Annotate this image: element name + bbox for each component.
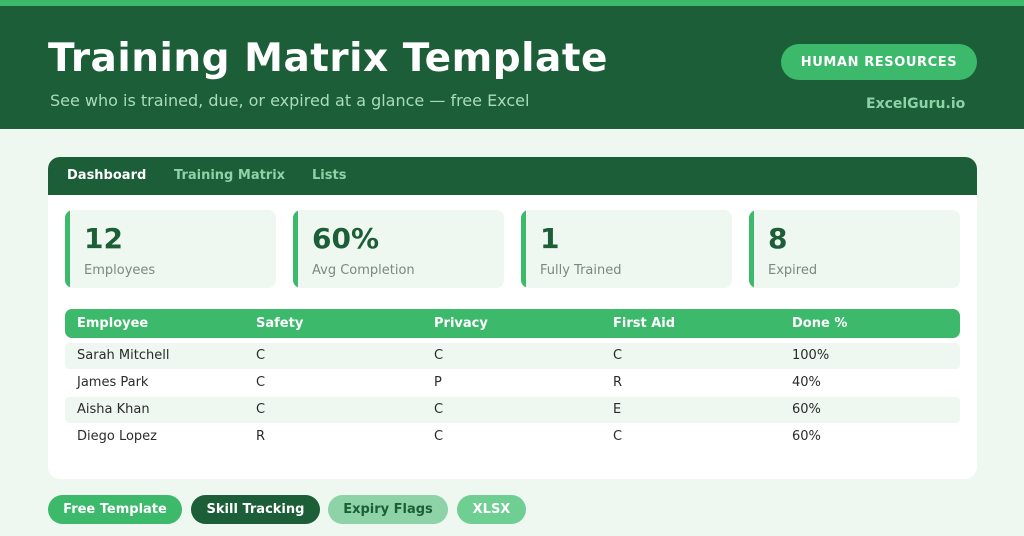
column-header-safety: Safety	[256, 316, 304, 331]
page-title: Training Matrix Template	[48, 36, 608, 81]
stat-accent-bar	[521, 210, 526, 288]
tag-xlsx: XLSX	[457, 495, 526, 524]
stat-accent-bar	[65, 210, 70, 288]
cell-privacy: C	[434, 402, 444, 417]
stat-card-employees: 12 Employees	[65, 210, 276, 288]
stat-label: Expired	[768, 263, 818, 278]
column-header-employee: Employee	[77, 316, 149, 331]
cell-safety: C	[256, 402, 266, 417]
table-row: James Park C P R 40%	[65, 370, 960, 396]
stat-value: 8	[768, 222, 788, 255]
cell-first-aid: C	[613, 429, 623, 444]
table-row: Sarah Mitchell C C C 100%	[65, 343, 960, 369]
cell-privacy: C	[434, 429, 444, 444]
stat-value: 12	[84, 222, 123, 255]
cell-first-aid: R	[613, 375, 623, 390]
tab-training-matrix[interactable]: Training Matrix	[174, 168, 285, 183]
cell-safety: C	[256, 375, 266, 390]
cell-done-percent: 40%	[792, 375, 821, 390]
page-subtitle: See who is trained, due, or expired at a…	[50, 91, 530, 110]
sheet-tab-bar: Dashboard Training Matrix Lists	[48, 157, 977, 195]
stat-card-avg-completion: 60% Avg Completion	[293, 210, 504, 288]
stat-label: Fully Trained	[540, 263, 622, 278]
tag-free-template: Free Template	[48, 495, 182, 524]
cell-safety: C	[256, 348, 266, 363]
cell-first-aid: E	[613, 402, 622, 417]
column-header-done-percent: Done %	[792, 316, 848, 331]
stat-label: Avg Completion	[312, 263, 415, 278]
cell-first-aid: C	[613, 348, 623, 363]
cell-privacy: P	[434, 375, 442, 390]
table-row: Diego Lopez R C C 60%	[65, 424, 960, 450]
cell-done-percent: 60%	[792, 402, 821, 417]
stat-card-expired: 8 Expired	[749, 210, 960, 288]
stat-label: Employees	[84, 263, 156, 278]
tag-skill-tracking: Skill Tracking	[191, 495, 320, 524]
cell-done-percent: 100%	[792, 348, 830, 363]
page-header: Training Matrix Template See who is trai…	[0, 6, 1024, 129]
workbook-preview-card: Dashboard Training Matrix Lists 12 Emplo…	[48, 157, 977, 479]
column-header-privacy: Privacy	[434, 316, 488, 331]
stat-value: 60%	[312, 222, 380, 255]
brand-name: ExcelGuru.io	[866, 96, 966, 112]
cell-done-percent: 60%	[792, 429, 821, 444]
tab-lists[interactable]: Lists	[312, 168, 346, 183]
stat-card-fully-trained: 1 Fully Trained	[521, 210, 732, 288]
stat-accent-bar	[293, 210, 298, 288]
cell-employee: Diego Lopez	[77, 429, 157, 444]
tab-dashboard[interactable]: Dashboard	[67, 168, 146, 183]
tag-expiry-flags: Expiry Flags	[328, 495, 448, 524]
cell-safety: R	[256, 429, 266, 444]
stat-accent-bar	[749, 210, 754, 288]
cell-employee: James Park	[77, 375, 149, 390]
stat-value: 1	[540, 222, 560, 255]
cell-privacy: C	[434, 348, 444, 363]
column-header-first-aid: First Aid	[613, 316, 676, 331]
category-badge: HUMAN RESOURCES	[781, 44, 977, 80]
cell-employee: Sarah Mitchell	[77, 348, 170, 363]
table-row: Aisha Khan C C E 60%	[65, 397, 960, 423]
cell-employee: Aisha Khan	[77, 402, 150, 417]
table-header: Employee Safety Privacy First Aid Done %	[65, 309, 960, 338]
